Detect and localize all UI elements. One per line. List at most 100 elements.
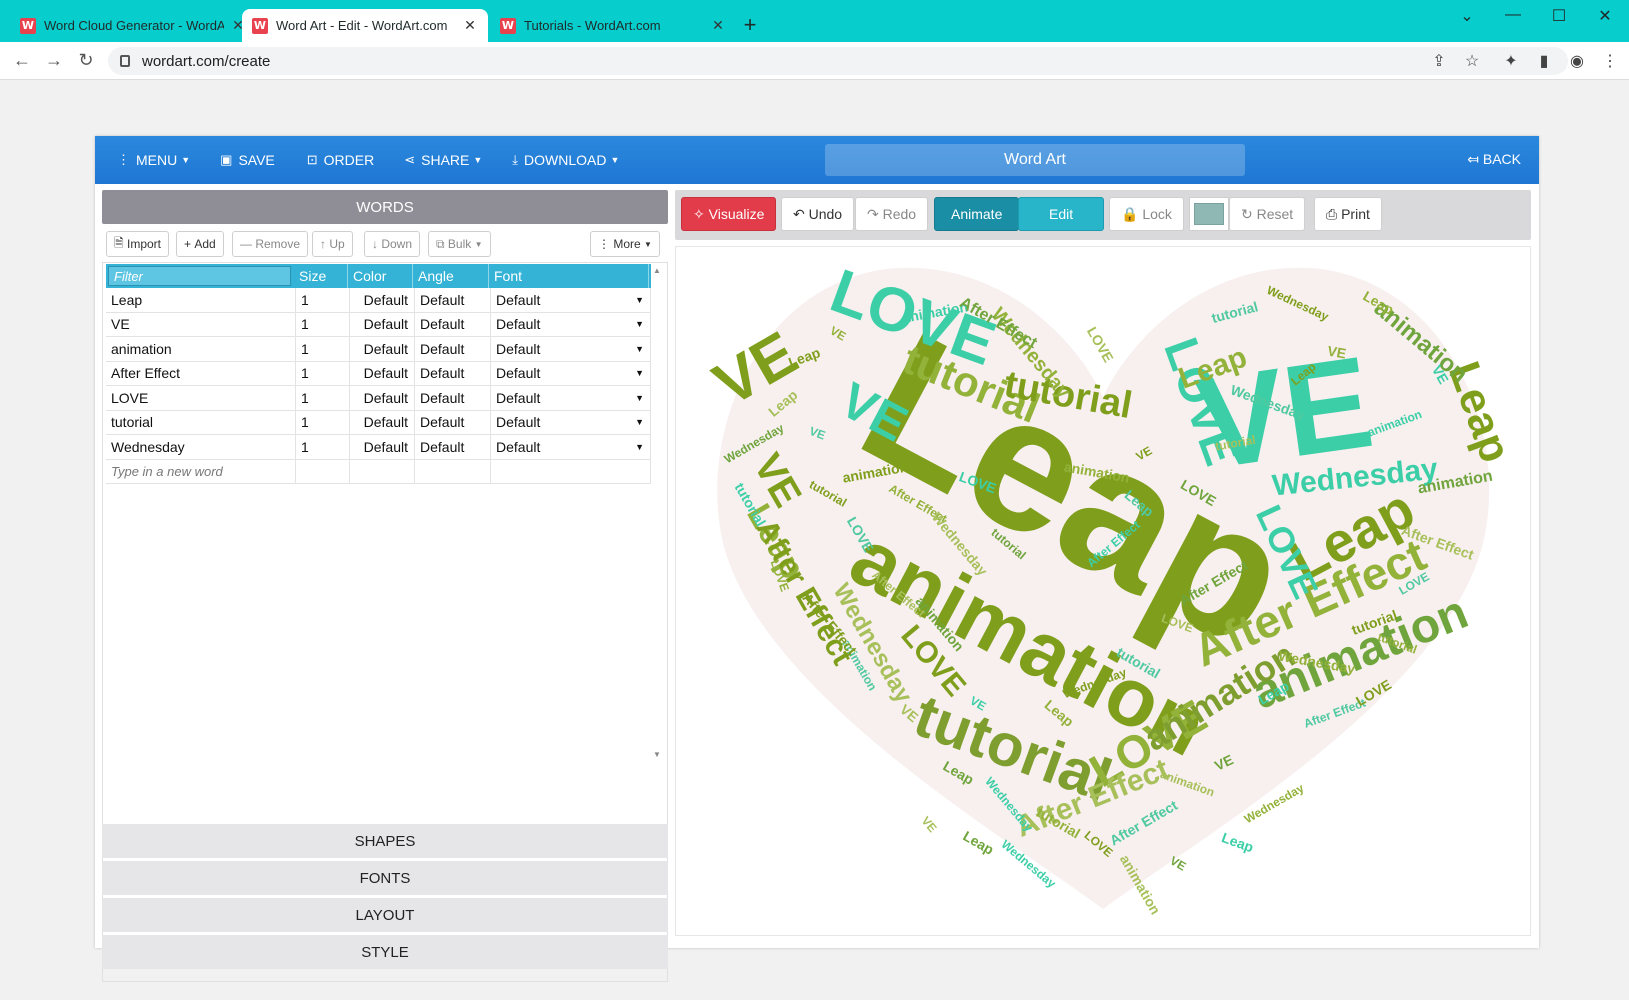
tab-word-cloud-generator[interactable]: W Word Cloud Generator - WordArt.com ✕ bbox=[10, 9, 256, 42]
layout-section-header[interactable]: LAYOUT bbox=[102, 898, 668, 932]
size-cell[interactable]: 1 bbox=[296, 337, 350, 361]
close-tab-icon[interactable]: ✕ bbox=[462, 17, 478, 34]
size-cell[interactable]: 1 bbox=[296, 312, 350, 336]
dropdown-arrow-icon[interactable]: ▼ bbox=[635, 344, 644, 354]
word-cell[interactable]: tutorial bbox=[106, 410, 296, 434]
size-cell[interactable]: 1 bbox=[296, 361, 350, 385]
color-cell[interactable]: Default bbox=[350, 312, 415, 336]
url-field[interactable]: wordart.com/create bbox=[108, 47, 1568, 75]
background-color-swatch[interactable] bbox=[1189, 197, 1229, 231]
print-button[interactable]: ⎙ Print bbox=[1314, 197, 1382, 231]
column-color[interactable]: Color bbox=[348, 264, 413, 288]
filter-input[interactable]: Filter bbox=[108, 266, 291, 286]
undo-button[interactable]: ↶ Undo bbox=[781, 197, 855, 231]
word-cell[interactable]: animation bbox=[106, 337, 296, 361]
forward-arrow-icon[interactable]: → bbox=[42, 50, 66, 71]
word-cell[interactable]: LOVE bbox=[106, 386, 296, 410]
bookmark-star-icon[interactable]: ☆ bbox=[1461, 51, 1483, 71]
scroll-down-icon[interactable]: ▼ bbox=[653, 750, 663, 759]
word-row[interactable]: LOVE 1 Default Default Default ▼ bbox=[106, 386, 651, 411]
color-cell[interactable]: Default bbox=[350, 386, 415, 410]
angle-cell[interactable]: Default bbox=[415, 361, 491, 385]
dropdown-arrow-icon[interactable]: ▼ bbox=[635, 319, 644, 329]
remove-button[interactable]: — Remove bbox=[232, 231, 309, 257]
profile-icon[interactable]: ◉ bbox=[1566, 51, 1588, 71]
word-cell[interactable]: Leap bbox=[106, 288, 296, 312]
word-row[interactable]: VE 1 Default Default Default ▼ bbox=[106, 312, 651, 337]
dropdown-arrow-icon[interactable]: ▼ bbox=[635, 368, 644, 378]
menu-button[interactable]: ⋮ MENU ▼ bbox=[117, 152, 190, 168]
word-row[interactable]: animation 1 Default Default Default ▼ bbox=[106, 337, 651, 362]
font-cell[interactable]: Default ▼ bbox=[491, 410, 651, 434]
more-button[interactable]: ⋮ More ▼ bbox=[590, 231, 660, 257]
size-cell[interactable]: 1 bbox=[296, 435, 350, 459]
font-cell[interactable]: Default ▼ bbox=[491, 312, 651, 336]
style-section-header[interactable]: STYLE bbox=[102, 935, 668, 969]
close-tab-icon[interactable]: ✕ bbox=[710, 17, 726, 34]
new-word-row[interactable]: Type in a new word bbox=[106, 459, 651, 484]
font-cell[interactable]: Default ▼ bbox=[491, 435, 651, 459]
add-button[interactable]: + Add bbox=[176, 231, 224, 257]
grid-scrollbar[interactable]: ▲ ▼ bbox=[653, 266, 663, 759]
extensions-icon[interactable]: ✦ bbox=[1500, 51, 1522, 71]
scroll-up-icon[interactable]: ▲ bbox=[653, 266, 663, 275]
save-button[interactable]: ▣ SAVE bbox=[220, 152, 275, 168]
color-cell[interactable]: Default bbox=[350, 410, 415, 434]
size-cell[interactable]: 1 bbox=[296, 410, 350, 434]
dropdown-arrow-icon[interactable]: ▼ bbox=[635, 295, 644, 305]
fonts-section-header[interactable]: FONTS bbox=[102, 861, 668, 895]
down-button[interactable]: ↓ Down bbox=[364, 231, 421, 257]
tab-word-art-edit[interactable]: W Word Art - Edit - WordArt.com ✕ bbox=[242, 9, 488, 42]
tab-tutorials[interactable]: W Tutorials - WordArt.com ✕ bbox=[490, 9, 736, 42]
dropdown-arrow-icon[interactable]: ▼ bbox=[635, 417, 644, 427]
color-cell[interactable]: Default bbox=[350, 435, 415, 459]
angle-cell[interactable]: Default bbox=[415, 386, 491, 410]
reset-button[interactable]: ↻ Reset bbox=[1229, 197, 1306, 231]
shapes-section-header[interactable]: SHAPES bbox=[102, 824, 668, 858]
word-cell[interactable]: Wednesday bbox=[106, 435, 296, 459]
dropdown-arrow-icon[interactable]: ▼ bbox=[635, 393, 644, 403]
angle-cell[interactable]: Default bbox=[415, 337, 491, 361]
angle-cell[interactable]: Default bbox=[415, 410, 491, 434]
column-size[interactable]: Size bbox=[294, 264, 348, 288]
size-cell[interactable]: 1 bbox=[296, 288, 350, 312]
edit-button[interactable]: Edit bbox=[1018, 197, 1105, 231]
side-panel-icon[interactable]: ▮ bbox=[1533, 51, 1555, 71]
minimize-icon[interactable]: — bbox=[1498, 6, 1528, 24]
back-button[interactable]: ⤆ BACK bbox=[1467, 151, 1521, 168]
back-arrow-icon[interactable]: ← bbox=[10, 50, 34, 71]
dropdown-arrow-icon[interactable]: ▼ bbox=[635, 442, 644, 452]
angle-cell[interactable]: Default bbox=[415, 312, 491, 336]
new-word-input[interactable]: Type in a new word bbox=[106, 459, 296, 483]
font-cell[interactable]: Default ▼ bbox=[491, 337, 651, 361]
lock-button[interactable]: 🔒 Lock bbox=[1109, 197, 1184, 231]
reload-icon[interactable]: ↻ bbox=[74, 50, 98, 71]
word-row[interactable]: After Effect 1 Default Default Default ▼ bbox=[106, 361, 651, 386]
animate-button[interactable]: Animate bbox=[934, 197, 1020, 231]
color-cell[interactable]: Default bbox=[350, 361, 415, 385]
download-button[interactable]: ⤓ DOWNLOAD ▼ bbox=[512, 152, 619, 168]
word-row[interactable]: Leap 1 Default Default Default ▼ bbox=[106, 288, 651, 313]
angle-cell[interactable]: Default bbox=[415, 435, 491, 459]
bulk-button[interactable]: ⧉ Bulk ▼ bbox=[428, 231, 491, 257]
share-button[interactable]: ⋖ SHARE ▼ bbox=[404, 152, 482, 168]
artwork-title-input[interactable]: Word Art bbox=[825, 144, 1245, 176]
color-cell[interactable]: Default bbox=[350, 337, 415, 361]
column-font[interactable]: Font bbox=[489, 264, 649, 288]
new-tab-icon[interactable]: + bbox=[738, 12, 762, 38]
font-cell[interactable]: Default ▼ bbox=[491, 386, 651, 410]
angle-cell[interactable]: Default bbox=[415, 288, 491, 312]
up-button[interactable]: ↑ Up bbox=[312, 231, 353, 257]
word-cell[interactable]: VE bbox=[106, 312, 296, 336]
size-cell[interactable]: 1 bbox=[296, 386, 350, 410]
word-row[interactable]: Wednesday 1 Default Default Default ▼ bbox=[106, 435, 651, 460]
column-angle[interactable]: Angle bbox=[413, 264, 489, 288]
font-cell[interactable]: Default ▼ bbox=[491, 288, 651, 312]
share-page-icon[interactable]: ⇪ bbox=[1428, 51, 1450, 71]
word-cloud-canvas[interactable]: Leap VE animation tutorial animation After Ef… bbox=[675, 246, 1531, 936]
redo-button[interactable]: ↷ Redo bbox=[855, 197, 929, 231]
tab-search-icon[interactable]: ⌄ bbox=[1452, 6, 1482, 26]
words-section-header[interactable]: WORDS bbox=[102, 190, 668, 224]
word-cell[interactable]: After Effect bbox=[106, 361, 296, 385]
order-button[interactable]: ⊡ ORDER bbox=[307, 152, 374, 168]
